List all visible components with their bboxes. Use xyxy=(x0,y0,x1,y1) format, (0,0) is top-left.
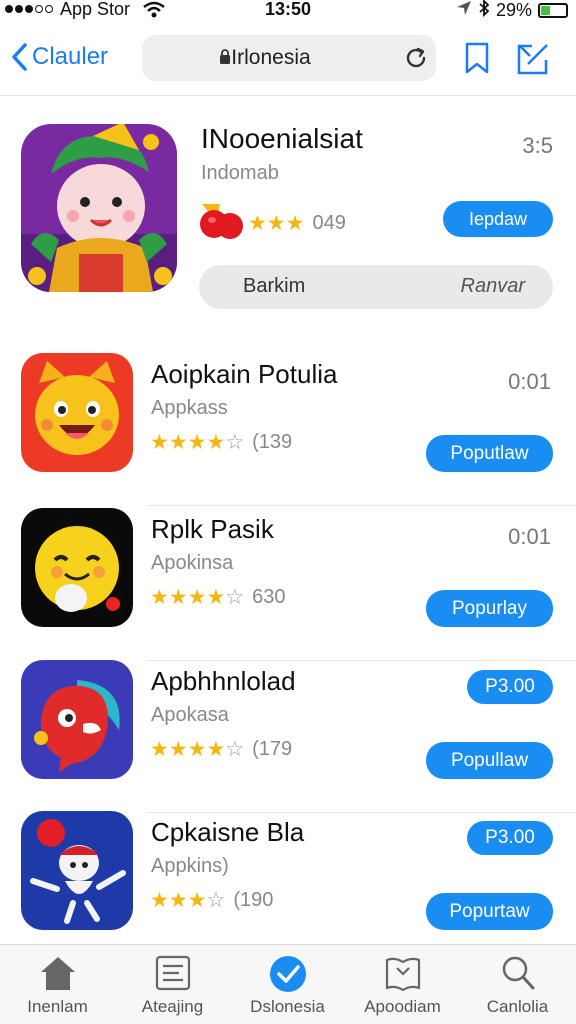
list-item[interactable]: Apbhhnlolad Apokasa ★★★★☆ (179 P3.00 Pop… xyxy=(0,660,576,813)
app-category: Appkass xyxy=(151,397,228,419)
list-item[interactable]: Aoipkain Potulia Appkass ★★★★☆ (139 0:01… xyxy=(0,353,576,506)
list-item[interactable]: Rplk Pasik Apokinsa ★★★★☆ 630 0:01 Popur… xyxy=(0,508,576,661)
featured-app-card[interactable]: INooenialsiat Indomab 3:5 ★★★ 049 Iepdaw… xyxy=(0,98,576,330)
back-label: Clauler xyxy=(32,43,109,70)
app-icon-emoji[interactable] xyxy=(21,508,133,627)
star-rating: ★★★☆ xyxy=(150,889,226,912)
tab-label: Dslonesia xyxy=(250,997,325,1016)
update-button[interactable]: Iepdaw xyxy=(443,201,553,237)
rating-count: (179 xyxy=(252,738,293,760)
list-icon xyxy=(115,954,230,992)
app-rating: ★★★★☆ (139 xyxy=(150,430,292,455)
featured-app-time: 3:5 xyxy=(522,133,553,158)
tab-list[interactable]: Ateajing xyxy=(115,945,230,1024)
status-bar: App Stor 13:50 29% xyxy=(0,0,576,22)
tab-label: Canlolia xyxy=(486,997,549,1016)
app-category: Apokasa xyxy=(151,704,229,726)
featured-app-title: INooenialsiat xyxy=(201,123,363,154)
app-icon-bird[interactable] xyxy=(21,660,133,779)
book-icon xyxy=(345,954,460,992)
location-icon xyxy=(456,0,472,21)
reload-button[interactable] xyxy=(404,46,428,75)
featured-app-icon[interactable] xyxy=(21,124,177,292)
checkmark-icon xyxy=(230,954,345,994)
battery-percent: 29% xyxy=(495,0,532,20)
compose-icon xyxy=(517,44,548,75)
star-rating: ★★★★☆ xyxy=(150,431,245,454)
bookmark-button[interactable] xyxy=(464,41,490,80)
app-rating: ★★★★☆ (179 xyxy=(150,737,292,762)
navigation-bar: Clauler Irlonesia xyxy=(0,24,576,96)
app-category: Appkins) xyxy=(151,855,229,877)
tab-label: Apoodiam xyxy=(364,997,441,1016)
get-button[interactable]: Popullaw xyxy=(426,742,553,779)
rating-count: 630 xyxy=(252,586,286,608)
app-name: Apbhhnlolad xyxy=(151,666,296,696)
battery-icon xyxy=(538,3,568,18)
tab-label: Inenlam xyxy=(27,997,88,1016)
bluetooth-icon xyxy=(478,0,490,22)
address-text: Irlonesia xyxy=(142,46,388,70)
app-name: Cpkaisne Bla xyxy=(151,817,305,847)
get-button[interactable]: Popurtaw xyxy=(426,893,553,930)
app-icon-cat[interactable] xyxy=(21,353,133,472)
app-name: Aoipkain Potulia xyxy=(151,359,338,389)
address-value: Irlonesia xyxy=(231,46,311,69)
list-item[interactable]: Cpkaisne Bla Appkins) ★★★☆ (190 P3.00 Po… xyxy=(0,811,576,964)
apple-icon xyxy=(200,196,244,251)
address-bar[interactable]: Irlonesia xyxy=(142,35,436,81)
app-name: Rplk Pasik xyxy=(151,514,274,544)
tab-active[interactable]: Dslonesia xyxy=(230,945,345,1024)
app-rating: ★★★★☆ 630 xyxy=(150,585,286,610)
app-icon-character[interactable] xyxy=(21,811,133,930)
bookmark-icon xyxy=(465,42,489,74)
star-rating: ★★★ xyxy=(248,212,305,235)
app-rating: ★★★☆ (190 xyxy=(150,888,273,913)
home-icon xyxy=(0,954,115,992)
lock-icon xyxy=(220,49,231,64)
star-rating: ★★★★☆ xyxy=(150,738,245,761)
rating-count: (190 xyxy=(233,889,274,911)
app-time: 0:01 xyxy=(508,524,551,549)
pill-right-label[interactable]: Ranvar xyxy=(461,275,525,298)
featured-app-subtitle: Indomab xyxy=(201,162,279,184)
tab-search[interactable]: Canlolia xyxy=(460,945,575,1024)
back-button[interactable]: Clauler xyxy=(10,42,108,72)
get-button[interactable]: Poputlaw xyxy=(426,435,553,472)
divider xyxy=(148,505,576,506)
featured-segment-pill[interactable]: Barkim Ranvar xyxy=(199,265,553,309)
rating-count: 049 xyxy=(312,212,346,234)
tab-label: Ateajing xyxy=(141,997,204,1016)
tab-home[interactable]: Inenlam xyxy=(0,945,115,1024)
star-rating: ★★★★☆ xyxy=(150,586,245,609)
rating-count: (139 xyxy=(252,431,293,453)
chevron-left-icon xyxy=(12,43,27,71)
get-button[interactable]: Popurlay xyxy=(426,590,553,627)
price-button[interactable]: P3.00 xyxy=(467,821,553,855)
search-icon xyxy=(460,954,575,992)
pill-left-label[interactable]: Barkim xyxy=(243,275,305,298)
featured-app-rating: ★★★ 049 xyxy=(200,196,346,251)
app-category: Apokinsa xyxy=(151,552,234,574)
tab-book[interactable]: Apoodiam xyxy=(345,945,460,1024)
app-time: 0:01 xyxy=(508,369,551,394)
price-button[interactable]: P3.00 xyxy=(467,670,553,704)
compose-button[interactable] xyxy=(516,42,550,81)
reload-icon xyxy=(406,47,426,68)
tab-bar: Inenlam Ateajing Dslonesia Apoodiam Canl… xyxy=(0,944,576,1024)
